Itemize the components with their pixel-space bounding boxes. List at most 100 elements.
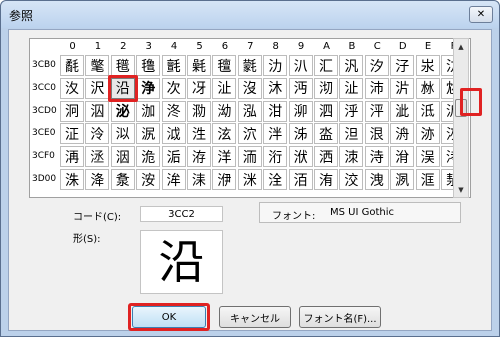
character-cell[interactable]: 沛 <box>364 77 389 99</box>
character-cell[interactable]: 泿 <box>364 123 389 145</box>
character-cell[interactable]: 泠 <box>85 123 110 145</box>
character-cell[interactable]: 泂 <box>60 100 84 122</box>
character-cell[interactable]: 泫 <box>212 123 237 145</box>
character-cell[interactable]: 泜 <box>415 100 440 122</box>
character-cell[interactable]: 氅 <box>85 55 110 76</box>
character-cell[interactable]: 泲 <box>288 123 313 145</box>
character-cell[interactable]: 洭 <box>415 169 440 190</box>
character-cell[interactable]: 泙 <box>364 100 389 122</box>
character-cell[interactable]: 泔 <box>263 100 288 122</box>
character-cell[interactable]: 洆 <box>85 146 110 168</box>
character-cell[interactable]: 洓 <box>339 146 364 168</box>
character-cell[interactable]: 洨 <box>339 169 364 190</box>
character-cell[interactable]: 泅 <box>85 100 110 122</box>
character-cell[interactable]: 汷 <box>60 77 84 99</box>
character-cell[interactable]: 泓 <box>237 100 262 122</box>
character-cell[interactable]: 泴 <box>314 123 338 145</box>
character-cell[interactable]: 汐 <box>364 55 389 76</box>
character-cell[interactable]: 洔 <box>364 146 389 168</box>
character-cell[interactable]: 洕 <box>390 146 415 168</box>
character-cell[interactable]: 泇 <box>136 100 161 122</box>
font-name-button[interactable]: フォント名(F)... <box>299 306 381 328</box>
character-cell[interactable]: 洒 <box>314 146 338 168</box>
character-cell[interactable]: 洝 <box>136 169 161 190</box>
character-cell[interactable]: 沢 <box>85 77 110 99</box>
character-cell[interactable]: 泈 <box>161 100 186 122</box>
character-cell[interactable]: 泚 <box>390 100 415 122</box>
character-cell[interactable]: 洦 <box>288 169 313 190</box>
character-cell[interactable]: 泤 <box>110 123 135 145</box>
character-cell[interactable]: 氋 <box>237 55 262 76</box>
character-cell[interactable]: 洇 <box>110 146 135 168</box>
cancel-button[interactable]: キャンセル <box>219 306 291 328</box>
window-title: 参照 <box>9 9 34 23</box>
title-bar[interactable]: 参照 ✕ <box>1 1 499 28</box>
character-cell[interactable]: 洉 <box>161 146 186 168</box>
character-cell[interactable]: 泗 <box>314 100 338 122</box>
character-cell[interactable]: 泐 <box>187 100 211 122</box>
character-cell[interactable]: 沔 <box>288 77 313 99</box>
character-cell[interactable]: 洑 <box>288 146 313 168</box>
character-cell[interactable]: 泹 <box>339 123 364 145</box>
character-cell[interactable]: 氄 <box>60 55 84 76</box>
character-cell[interactable]: 洀 <box>390 123 415 145</box>
character-cell[interactable]: 泌 <box>110 100 135 122</box>
character-cell[interactable]: 氈 <box>161 55 186 76</box>
row-header: 3CC0 <box>32 82 57 93</box>
character-cell[interactable]: 次 <box>161 77 186 99</box>
column-header: 7 <box>247 41 254 52</box>
character-cell[interactable]: 泖 <box>288 100 313 122</box>
character-cell[interactable]: 洐 <box>263 146 288 168</box>
character-cell[interactable]: 洂 <box>415 123 440 145</box>
character-cell[interactable]: 泬 <box>237 123 262 145</box>
character-cell[interactable]: 洧 <box>314 169 338 190</box>
character-cell[interactable]: 洚 <box>85 169 110 190</box>
scroll-down-icon[interactable]: ▼ <box>454 182 468 197</box>
character-cell[interactable]: 洅 <box>60 146 84 168</box>
character-cell[interactable]: 泮 <box>263 123 288 145</box>
character-cell[interactable]: 汇 <box>314 55 338 76</box>
character-cell[interactable]: 氻 <box>263 55 288 76</box>
character-cell[interactable]: 洠 <box>161 169 186 190</box>
character-cell[interactable]: 洈 <box>136 146 161 168</box>
character-cell[interactable]: 洋 <box>212 146 237 168</box>
character-cell[interactable]: 泑 <box>212 100 237 122</box>
character-cell[interactable]: 氉 <box>187 55 211 76</box>
character-cell[interactable]: 氆 <box>110 55 135 76</box>
scroll-up-icon[interactable]: ▲ <box>454 39 468 54</box>
character-cell[interactable]: 沜 <box>390 77 415 99</box>
character-cell[interactable]: 泦 <box>136 123 161 145</box>
character-cell[interactable]: 洡 <box>187 169 211 190</box>
character-cell[interactable]: 洜 <box>110 169 135 190</box>
character-cell[interactable]: 汓 <box>390 55 415 76</box>
character-cell[interactable]: 洊 <box>187 146 211 168</box>
character-cell[interactable]: 浄 <box>136 77 161 99</box>
character-cell[interactable]: 氊 <box>212 55 237 76</box>
character-cell[interactable]: 汖 <box>415 55 440 76</box>
character-grid: 0123456789ABCDEF3CB0氄氅氆氇氈氉氊氋氻汃汇汎汐汓汖汸3CC0… <box>29 38 471 198</box>
character-cell[interactable]: 洙 <box>60 169 84 190</box>
character-cell[interactable]: 沚 <box>212 77 237 99</box>
character-cell[interactable]: 沏 <box>314 77 338 99</box>
character-cell[interactable]: 泩 <box>187 123 211 145</box>
character-cell[interactable]: 汎 <box>339 55 364 76</box>
character-cell[interactable]: 氇 <box>136 55 161 76</box>
vertical-scrollbar[interactable]: ▲ ▼ <box>453 38 469 198</box>
character-cell[interactable]: 汃 <box>288 55 313 76</box>
character-cell[interactable]: 洣 <box>237 169 262 190</box>
character-cell[interactable]: 沚 <box>339 77 364 99</box>
character-cell[interactable]: 洩 <box>364 169 389 190</box>
character-cell[interactable]: 泟 <box>60 123 84 145</box>
character-cell[interactable]: 沝 <box>415 77 440 99</box>
character-cell[interactable]: 洖 <box>415 146 440 168</box>
character-cell[interactable]: 泘 <box>339 100 364 122</box>
character-cell[interactable]: 洤 <box>263 169 288 190</box>
close-button[interactable]: ✕ <box>469 6 493 23</box>
character-cell[interactable]: 沐 <box>263 77 288 99</box>
character-cell[interactable]: 洢 <box>212 169 237 190</box>
character-cell[interactable]: 冴 <box>187 77 211 99</box>
character-cell[interactable]: 洏 <box>237 146 262 168</box>
character-cell[interactable]: 洬 <box>390 169 415 190</box>
character-cell[interactable]: 泧 <box>161 123 186 145</box>
character-cell[interactable]: 沒 <box>237 77 262 99</box>
